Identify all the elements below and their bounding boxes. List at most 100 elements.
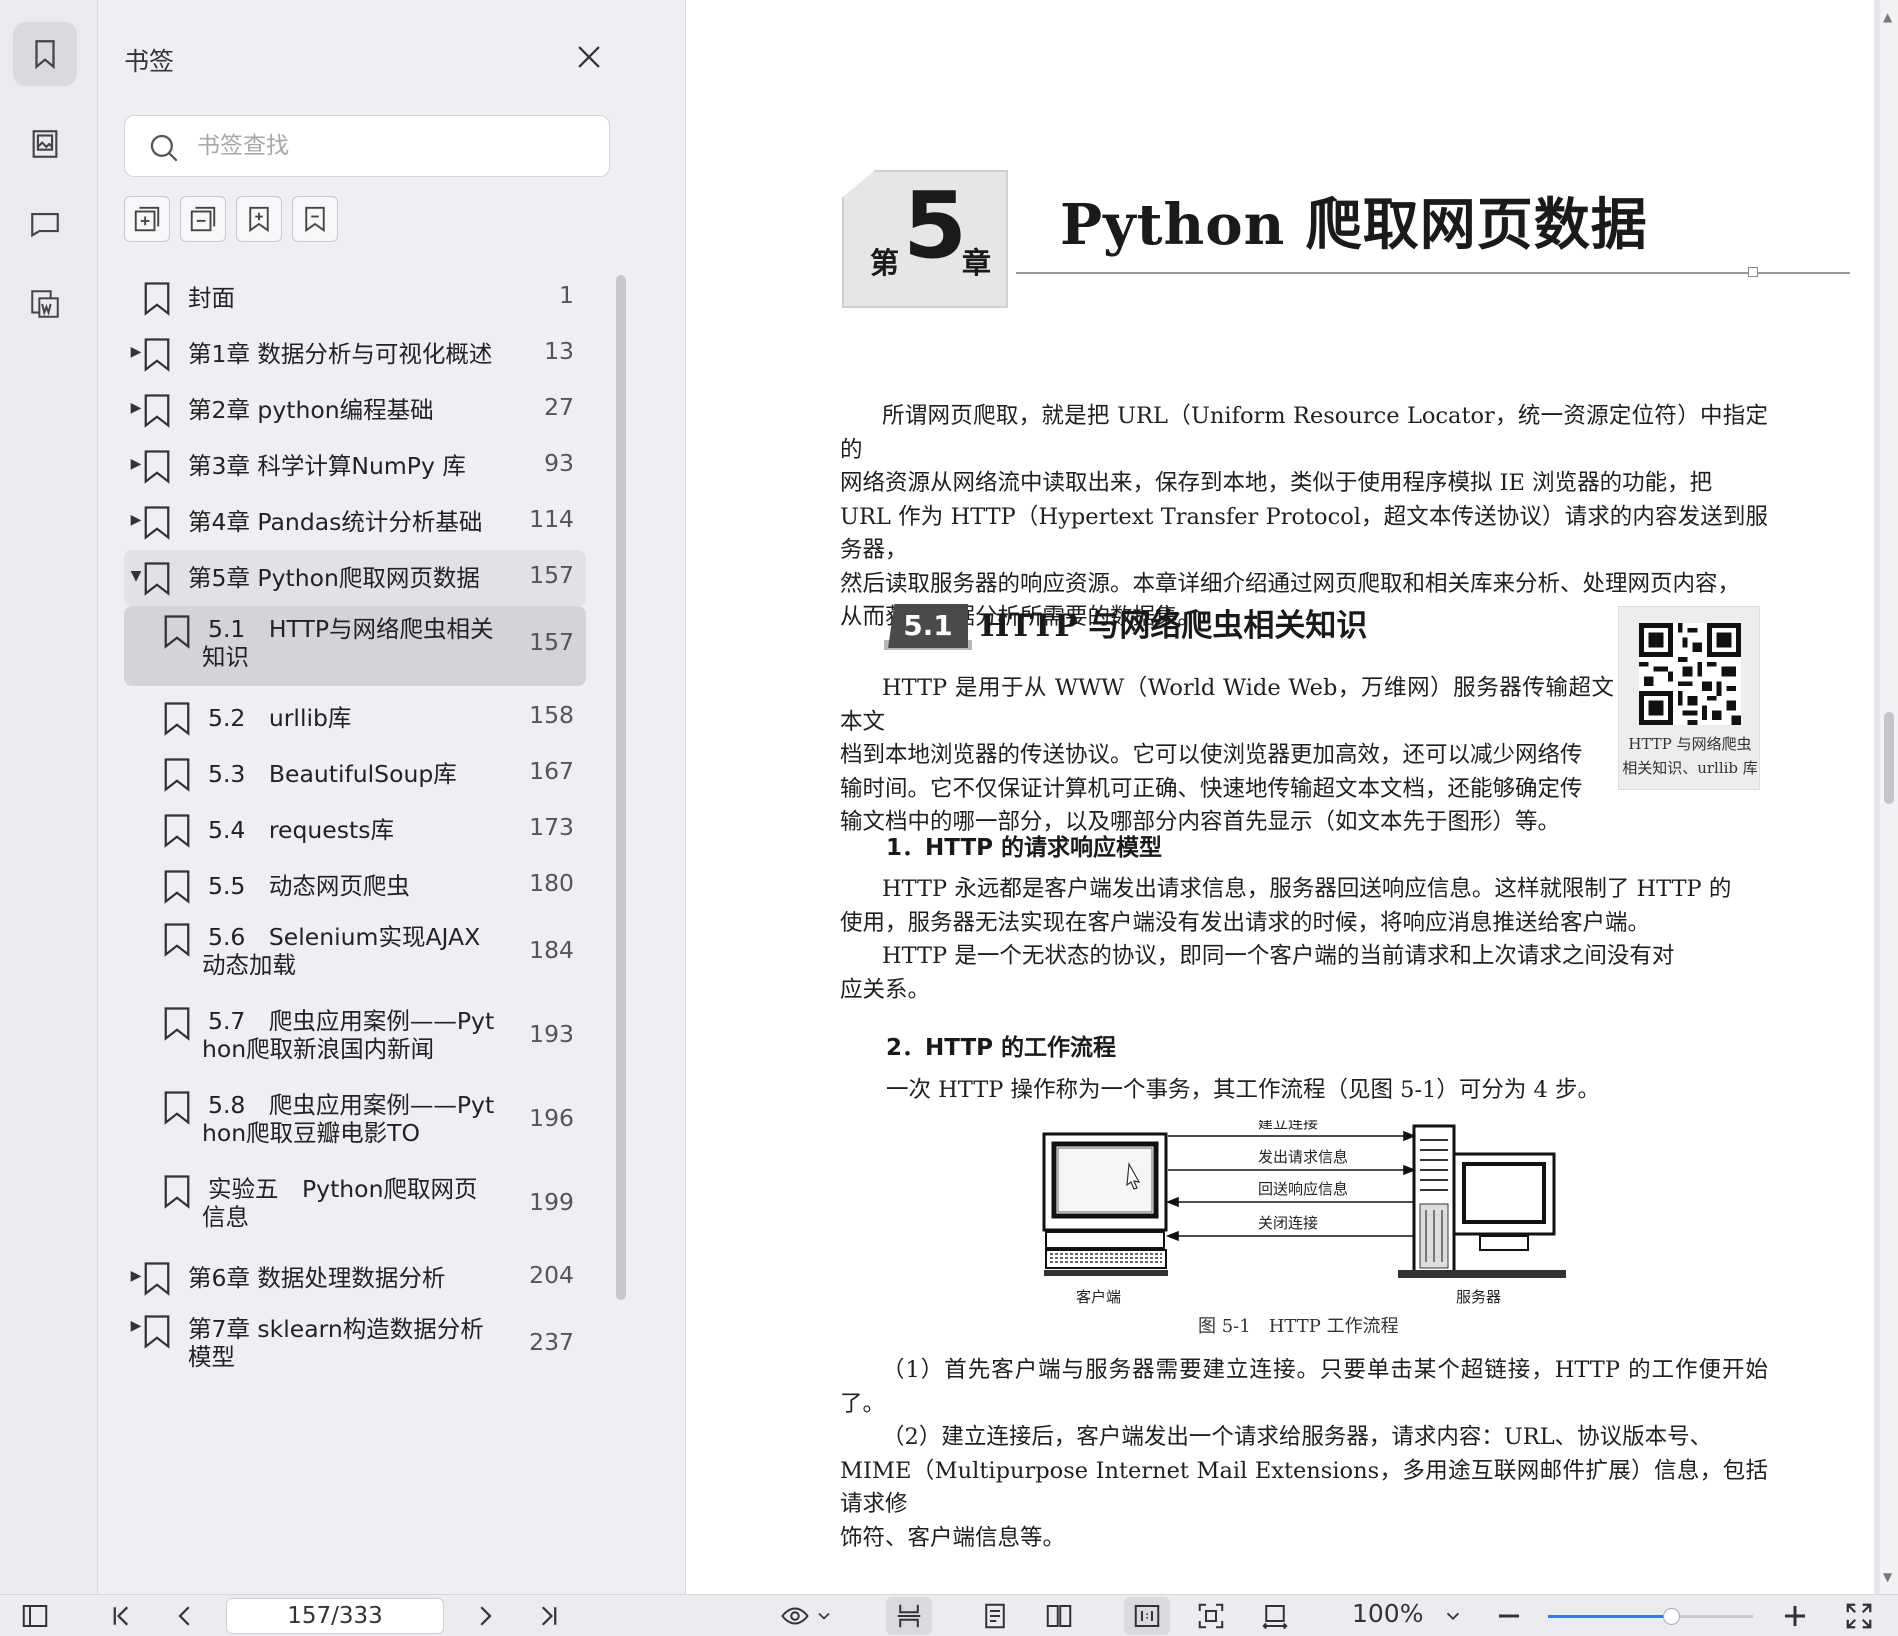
bookmark-label: 第6章 数据处理数据分析 bbox=[188, 1264, 446, 1292]
bookmark-page-number: 93 bbox=[544, 449, 574, 477]
qr-caption-line1: HTTP 与网络爬虫 bbox=[1628, 735, 1752, 753]
bookmark-page-number: 180 bbox=[529, 869, 574, 897]
text-line: 使用，服务器无法实现在客户端没有发出请求的时候，将响应消息推送给客户端。 bbox=[840, 909, 1651, 936]
bookmark-icon bbox=[162, 1006, 192, 1041]
remove-bookmark-button[interactable] bbox=[292, 196, 338, 242]
zoom-dropdown-chevron-icon[interactable] bbox=[1442, 1601, 1464, 1631]
bookmark-item[interactable]: ▶ 第4章 Pandas统计分析基础 114 bbox=[124, 494, 586, 550]
bookmark-icon bbox=[35, 40, 55, 70]
bookmark-label: 第1章 数据分析与可视化概述 bbox=[188, 340, 493, 368]
bookmark-item[interactable]: ▶ 第7章 sklearn构造数据分析 模型 237 bbox=[124, 1306, 586, 1386]
fit-width-icon[interactable] bbox=[1260, 1601, 1290, 1631]
bookmark-icon bbox=[142, 1261, 172, 1296]
bookmark-item[interactable]: 5.3 BeautifulSoup库 167 bbox=[124, 746, 586, 802]
bookmark-page-number: 204 bbox=[529, 1261, 574, 1289]
word-doc-icon bbox=[31, 290, 59, 318]
bookmark-page-number: 13 bbox=[544, 337, 574, 365]
text-line: 然后读取服务器的响应资源。本章详细介绍通过网页爬取和相关库来分析、处理网页内容， bbox=[840, 570, 1741, 597]
zoom-out-icon[interactable] bbox=[1494, 1601, 1524, 1631]
bookmark-item[interactable]: 5.6 Selenium实现AJAX 动态加载 184 bbox=[124, 914, 586, 994]
fit-page-icon[interactable] bbox=[1196, 1601, 1226, 1631]
bookmark-icon bbox=[142, 281, 172, 316]
chapter-suffix: 章 bbox=[962, 246, 992, 280]
bookmark-item[interactable]: 5.7 爬虫应用案例——Pyt hon爬取新浪国内新闻 193 bbox=[124, 998, 586, 1078]
zoom-level[interactable]: 100% bbox=[1352, 1599, 1423, 1628]
bookmark-icon bbox=[142, 1314, 172, 1349]
page-number-input[interactable]: 157/333 bbox=[226, 1598, 444, 1634]
add-bookmark-button[interactable] bbox=[236, 196, 282, 242]
fig-label-connect: 建立连接 bbox=[1258, 1120, 1318, 1132]
bookmark-item[interactable]: ▼ 第5章 Python爬取网页数据 157 bbox=[124, 550, 586, 606]
thumbnail-rail-button[interactable] bbox=[13, 112, 77, 176]
client-computer-icon bbox=[1042, 1132, 1168, 1276]
bookmark-label: 第2章 python编程基础 bbox=[188, 396, 434, 424]
last-page-icon[interactable] bbox=[534, 1601, 564, 1631]
bookmark-item[interactable]: 封面 1 bbox=[124, 270, 586, 326]
fullscreen-icon[interactable] bbox=[1844, 1601, 1874, 1631]
bookmark-item[interactable]: 实验五 Python爬取网页 信息 199 bbox=[124, 1166, 586, 1246]
comment-rail-button[interactable] bbox=[13, 192, 77, 256]
bookmark-rail-button[interactable] bbox=[13, 22, 77, 86]
expand-all-button[interactable] bbox=[124, 196, 170, 242]
scroll-up-arrow-icon[interactable]: ▲ bbox=[1883, 10, 1892, 24]
next-page-icon[interactable] bbox=[470, 1601, 500, 1631]
chapter-rule-end bbox=[1748, 267, 1758, 277]
bookmark-search-input[interactable] bbox=[197, 126, 587, 166]
zoom-slider[interactable] bbox=[1548, 1608, 1753, 1625]
text-line: URL 作为 HTTP（Hypertext Transfer Protocol，… bbox=[840, 503, 1768, 564]
bookmark-icon bbox=[142, 449, 172, 484]
eye-icon[interactable] bbox=[780, 1601, 810, 1631]
qr-code-icon bbox=[1639, 623, 1741, 725]
bookmark-item[interactable]: ▶ 第2章 python编程基础 27 bbox=[124, 382, 586, 438]
bookmark-label: 第3章 科学计算NumPy 库 bbox=[188, 452, 466, 480]
bookmark-item[interactable]: ▶ 第1章 数据分析与可视化概述 13 bbox=[124, 326, 586, 382]
comment-icon bbox=[31, 213, 59, 238]
bookmark-item[interactable]: ▶ 第3章 科学计算NumPy 库 93 bbox=[124, 438, 586, 494]
chevron-down-icon[interactable] bbox=[814, 1601, 834, 1631]
text-line: 应关系。 bbox=[840, 976, 931, 1003]
fig-label-request: 发出请求信息 bbox=[1258, 1148, 1348, 1166]
steps-paragraph: （1）首先客户端与服务器需要建立连接。只要单击某个超链接，HTTP 的工作便开始… bbox=[840, 1354, 1768, 1555]
qr-caption-line2: 相关知识、urllib 库 bbox=[1622, 759, 1758, 777]
single-page-icon[interactable] bbox=[980, 1601, 1010, 1631]
text-line: MIME（Multipurpose Internet Mail Extensio… bbox=[840, 1457, 1768, 1518]
bookmark-icon bbox=[142, 561, 172, 596]
document-scroll-thumb[interactable] bbox=[1884, 712, 1894, 804]
bookmark-page-number: 173 bbox=[529, 813, 574, 841]
bookmark-icon bbox=[162, 701, 192, 736]
bookmark-scrollbar[interactable] bbox=[616, 275, 626, 1300]
remove-bookmark-icon bbox=[305, 206, 325, 233]
fig-label-client: 客户端 bbox=[1076, 1288, 1121, 1306]
http-workflow-figure: 建立连接 发出请求信息 回送响应信息 关闭连接 客户端 服务器 bbox=[1042, 1120, 1566, 1306]
bookmark-page-number: 237 bbox=[529, 1328, 574, 1356]
close-icon[interactable] bbox=[572, 40, 606, 74]
bookmark-item[interactable]: 5.8 爬虫应用案例——Pyt hon爬取豆瓣电影TO 196 bbox=[124, 1082, 586, 1162]
bookmark-icon bbox=[142, 505, 172, 540]
text-line: 饰符、客户端信息等。 bbox=[840, 1524, 1066, 1551]
bookmark-item[interactable]: 5.4 requests库 173 bbox=[124, 802, 586, 858]
bookmark-label-continued: hon爬取豆瓣电影TO bbox=[202, 1119, 421, 1147]
bookmark-item[interactable]: 5.5 动态网页爬虫 180 bbox=[124, 858, 586, 914]
bookmark-page-number: 1 bbox=[559, 281, 574, 309]
document-scrollbar[interactable]: ▲ ▼ bbox=[1880, 0, 1898, 1594]
subheading-1-paragraph: HTTP 永远都是客户端发出请求信息，服务器回送响应信息。这样就限制了 HTTP… bbox=[840, 873, 1768, 1007]
bookmark-item[interactable]: 5.2 urllib库 158 bbox=[124, 690, 586, 746]
collapse-all-button[interactable] bbox=[180, 196, 226, 242]
zoom-slider-knob[interactable] bbox=[1663, 1608, 1680, 1625]
bookmark-item[interactable]: ▶ 第6章 数据处理数据分析 204 bbox=[124, 1250, 586, 1306]
bookmark-item[interactable]: 5.1 HTTP与网络爬虫相关 知识 157 bbox=[124, 606, 586, 686]
bookmark-label: 5.2 urllib库 bbox=[208, 704, 352, 732]
first-page-icon[interactable] bbox=[106, 1601, 136, 1631]
sidebar-toggle-icon[interactable] bbox=[20, 1601, 50, 1631]
side-rail bbox=[0, 0, 98, 1594]
section-paragraph: HTTP 是用于从 WWW（World Wide Web，万维网）服务器传输超文… bbox=[840, 672, 1614, 840]
actual-size-icon[interactable] bbox=[1132, 1601, 1162, 1631]
scroll-down-arrow-icon[interactable]: ▼ bbox=[1883, 1570, 1892, 1584]
continuous-scroll-icon[interactable] bbox=[894, 1601, 924, 1631]
bookmark-icon bbox=[162, 757, 192, 792]
previous-page-icon[interactable] bbox=[170, 1601, 200, 1631]
attachment-rail-button[interactable] bbox=[13, 272, 77, 336]
bookmark-label-continued: 信息 bbox=[202, 1203, 249, 1231]
two-page-icon[interactable] bbox=[1044, 1601, 1074, 1631]
zoom-in-icon[interactable] bbox=[1780, 1601, 1810, 1631]
